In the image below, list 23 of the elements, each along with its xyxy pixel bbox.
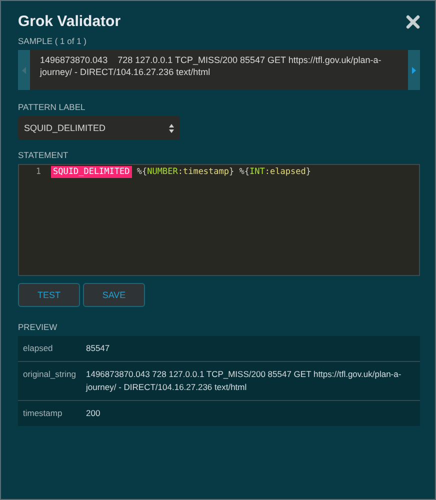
field-name: original_string <box>23 368 77 381</box>
next-button[interactable] <box>408 50 420 90</box>
pattern-label: PATTERN LABEL <box>18 102 86 112</box>
sample-label: SAMPLE ( 1 of 1 ) <box>18 36 88 46</box>
action-button[interactable]: SAVE <box>83 283 145 307</box>
window-title: Grok Validator <box>18 13 121 30</box>
field-name: elapsed <box>23 342 54 355</box>
field-name: timestamp <box>23 407 64 420</box>
caret-icon <box>169 124 174 132</box>
statement-editor[interactable]: 1 SQUID_DELIMITED %{NUMBER:timestamp} %{INT:elapsed} <box>18 164 420 276</box>
code-line: SQUID_DELIMITED %{NUMBER:timestamp} %{INT:elapsed} <box>51 167 311 177</box>
preview-label: PREVIEW <box>18 322 58 332</box>
pattern-select[interactable]: SQUID_DELIMITED <box>18 116 180 140</box>
sample-text: 1496873870.043 728 127.0.0.1 TCP_MISS/200 85547 GET https://tfl.gov.uk/plan-a-journey/ - DIRECT/104.16.27.236 text/html <box>38 54 382 79</box>
line-number: 1 <box>34 167 41 177</box>
action-button[interactable]: TEST <box>18 283 80 307</box>
right-arrow-icon <box>412 66 416 74</box>
left-arrow-icon <box>22 66 26 74</box>
statement-label: STATEMENT <box>18 150 70 160</box>
field-value: 85547 <box>86 342 111 355</box>
close-icon[interactable] <box>406 14 420 28</box>
field-value: 1496873870.043 728 127.0.0.1 TCP_MISS/200 85547 GET https://tfl.gov.uk/plan-a-journey/ - DIRECT/104.16.27.236 text/html <box>86 368 402 394</box>
field-value: 200 <box>86 407 102 420</box>
